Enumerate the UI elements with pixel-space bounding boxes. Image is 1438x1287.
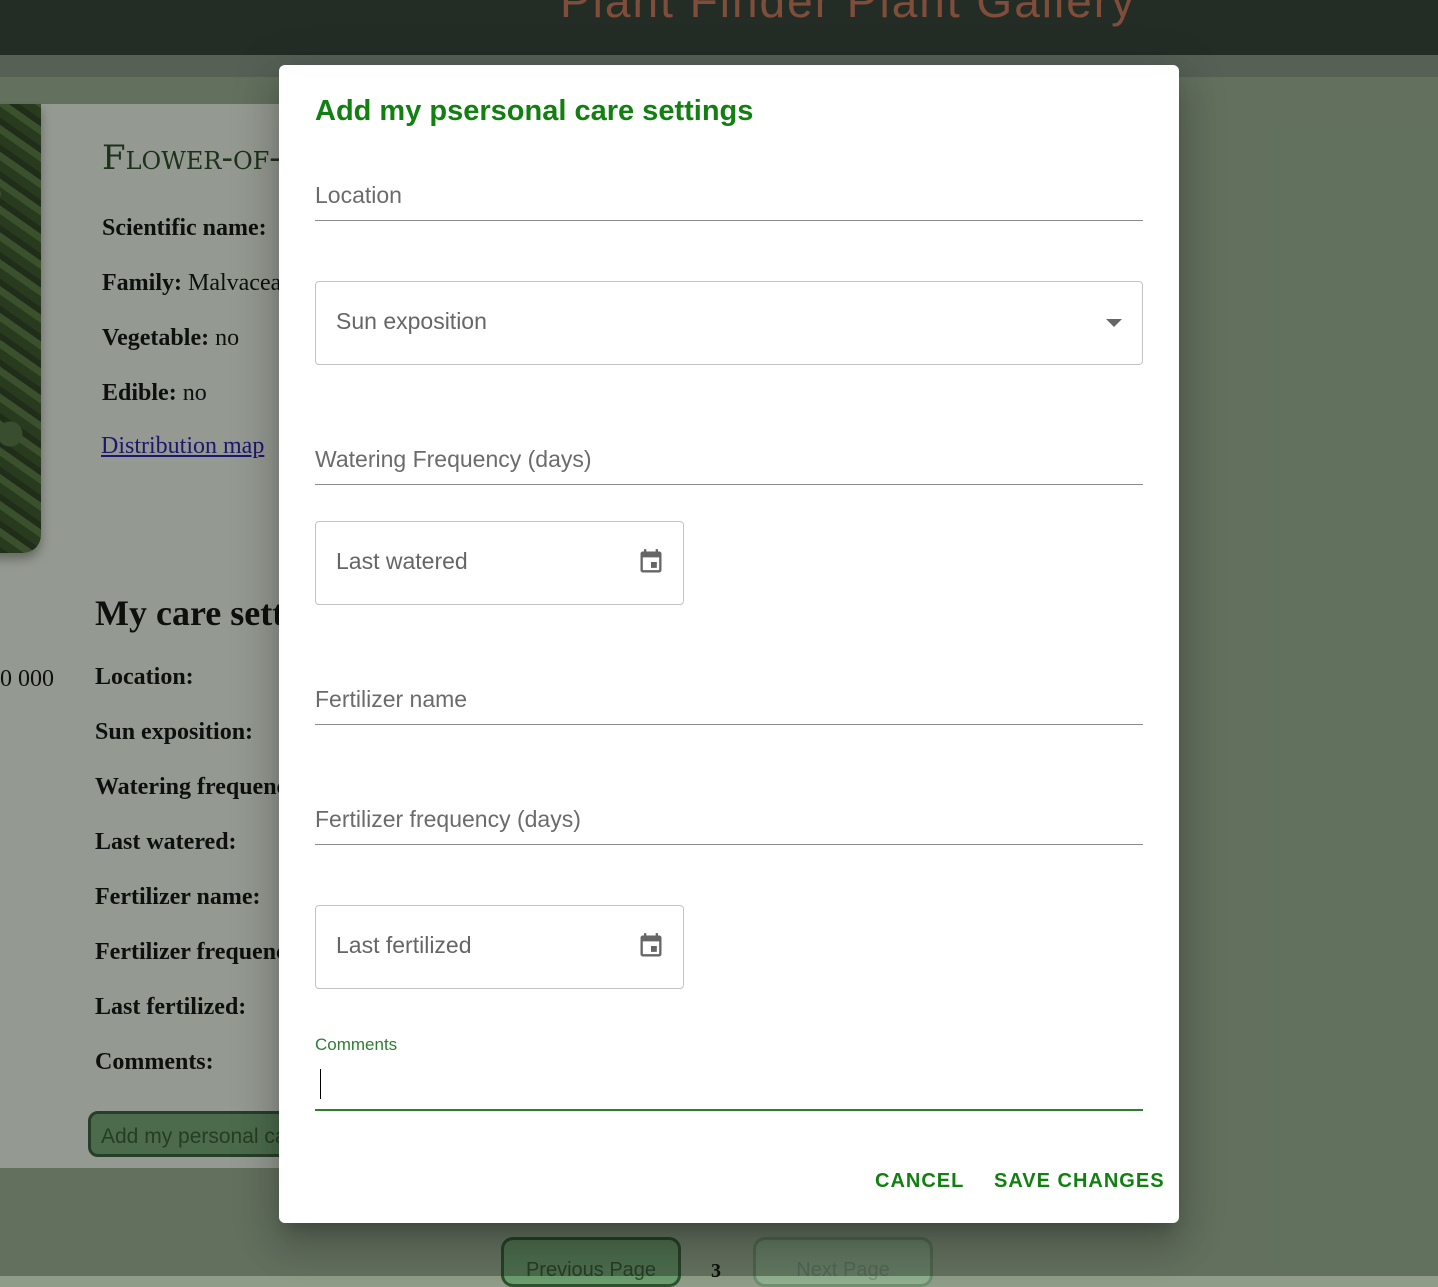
last-fertilized-date-field[interactable]: Last fertilized	[315, 905, 684, 989]
fertilizer-name-field[interactable]: Fertilizer name	[315, 679, 1143, 725]
watering-frequency-label: Watering Frequency (days)	[315, 446, 592, 472]
comments-label: Comments	[315, 1035, 398, 1054]
last-watered-label: Last watered	[336, 548, 468, 574]
dialog-title: Add my psersonal care settings	[315, 95, 754, 127]
fertilizer-frequency-field[interactable]: Fertilizer frequency (days)	[315, 799, 1143, 845]
save-changes-button[interactable]: SAVE CHANGES	[994, 1170, 1165, 1193]
calendar-icon[interactable]	[637, 930, 665, 962]
last-watered-date-field[interactable]: Last watered	[315, 521, 684, 605]
sun-exposition-label: Sun exposition	[336, 308, 487, 334]
fertilizer-frequency-label: Fertilizer frequency (days)	[315, 806, 581, 832]
care-settings-dialog: Add my psersonal care settings Location …	[279, 65, 1179, 1223]
cancel-button[interactable]: CANCEL	[875, 1170, 964, 1193]
dropdown-arrow-icon	[1106, 319, 1122, 327]
sun-exposition-select[interactable]: Sun exposition	[315, 281, 1143, 365]
watering-frequency-field[interactable]: Watering Frequency (days)	[315, 439, 1143, 485]
text-cursor	[320, 1069, 321, 1099]
comments-field[interactable]: Comments	[315, 1035, 1143, 1111]
location-field[interactable]: Location	[315, 175, 1143, 221]
calendar-icon[interactable]	[637, 546, 665, 578]
fertilizer-name-label: Fertilizer name	[315, 686, 468, 712]
location-label: Location	[315, 182, 402, 208]
last-fertilized-label: Last fertilized	[336, 932, 472, 958]
